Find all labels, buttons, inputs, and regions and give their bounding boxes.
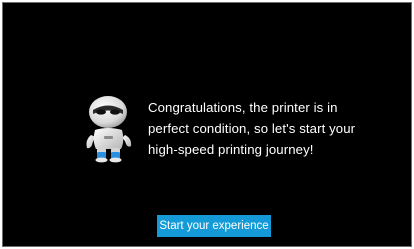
start-experience-button[interactable]: Start your experience (157, 215, 271, 237)
completion-message: Congratulations, the printer is in perfe… (148, 97, 378, 160)
robot-mascot-icon (86, 96, 132, 163)
message-line: Congratulations, the printer is in (148, 100, 338, 115)
message-line: high-speed printing journey! (148, 142, 314, 157)
completion-screen: Congratulations, the printer is in perfe… (2, 2, 412, 247)
message-line: perfect condition, so let's start your (148, 121, 356, 136)
